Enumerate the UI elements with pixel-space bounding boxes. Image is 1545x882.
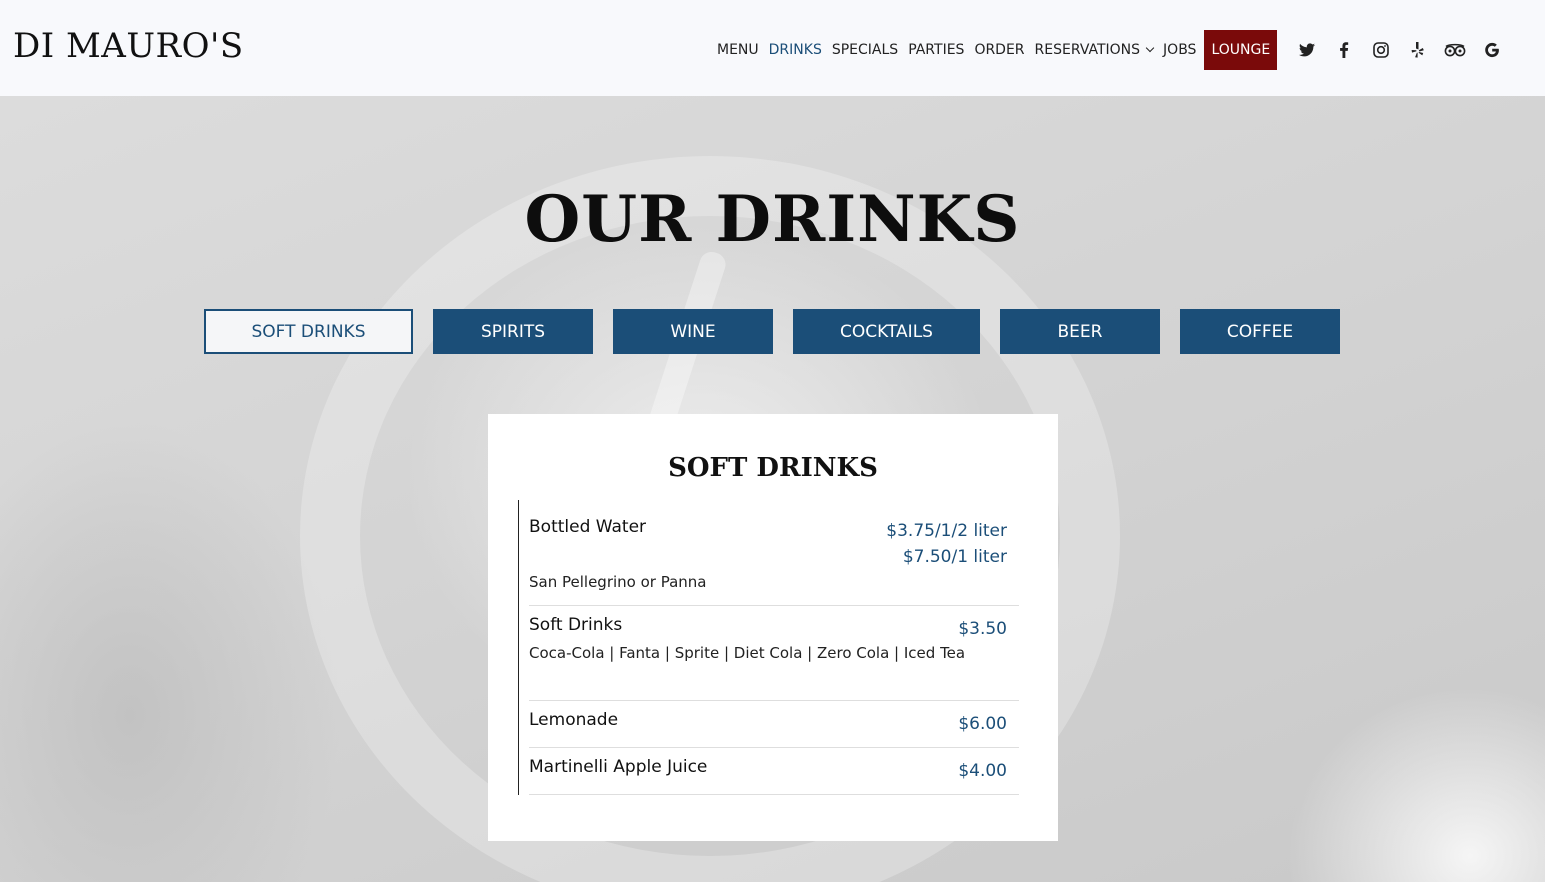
item-price: $3.50: [958, 619, 1007, 639]
nav-item-reservations-label: RESERVATIONS: [1034, 42, 1141, 58]
item-price: $3.75/1/2 liter $7.50/1 liter: [886, 518, 1007, 570]
yelp-icon[interactable]: [1399, 30, 1436, 70]
tab-wine[interactable]: WINE: [613, 309, 773, 354]
drink-category-tabs: SOFT DRINKS SPIRITS WINE COCKTAILS BEER …: [204, 309, 1340, 354]
instagram-icon[interactable]: [1362, 30, 1399, 70]
item-price-line: $3.75/1/2 liter: [886, 521, 1007, 541]
tab-soft-drinks[interactable]: SOFT DRINKS: [204, 309, 413, 354]
list-item: Soft Drinks $3.50 Coca-Cola | Fanta | Sp…: [529, 606, 1019, 701]
item-name: Soft Drinks: [529, 615, 623, 635]
nav-item-order[interactable]: ORDER: [969, 30, 1029, 70]
nav-item-drinks[interactable]: DRINKS: [764, 30, 827, 70]
item-name: Bottled Water: [529, 517, 647, 537]
drinks-list: Bottled Water $3.75/1/2 liter $7.50/1 li…: [518, 500, 1019, 795]
page-title: OUR DRINKS: [524, 182, 1021, 257]
facebook-icon[interactable]: [1325, 30, 1362, 70]
tab-spirits[interactable]: SPIRITS: [433, 309, 593, 354]
item-description: San Pellegrino or Panna: [529, 573, 707, 591]
nav-item-reservations[interactable]: RESERVATIONS: [1030, 30, 1159, 70]
main-nav: MENU DRINKS SPECIALS PARTIES ORDER RESER…: [712, 30, 1510, 70]
tab-beer[interactable]: BEER: [1000, 309, 1160, 354]
nav-item-jobs[interactable]: JOBS: [1158, 30, 1201, 70]
list-item: Bottled Water $3.75/1/2 liter $7.50/1 li…: [529, 500, 1019, 606]
tripadvisor-icon[interactable]: [1436, 30, 1473, 70]
nav-item-specials[interactable]: SPECIALS: [827, 30, 903, 70]
site-logo[interactable]: DI MAURO'S: [13, 26, 244, 66]
nav-item-menu[interactable]: MENU: [712, 30, 764, 70]
list-item: Martinelli Apple Juice $4.00: [529, 748, 1019, 795]
social-links: [1288, 30, 1510, 70]
item-price: $6.00: [958, 714, 1007, 734]
card-title: SOFT DRINKS: [668, 453, 878, 483]
nav-item-parties[interactable]: PARTIES: [903, 30, 969, 70]
chevron-down-icon: [1145, 43, 1155, 53]
nav-item-lounge[interactable]: LOUNGE: [1204, 30, 1278, 70]
list-item: Lemonade $6.00: [529, 701, 1019, 748]
item-name: Lemonade: [529, 710, 619, 730]
twitter-icon[interactable]: [1288, 30, 1325, 70]
item-price: $4.00: [958, 761, 1007, 781]
google-icon[interactable]: [1473, 30, 1510, 70]
item-name: Martinelli Apple Juice: [529, 757, 708, 777]
drinks-card: SOFT DRINKS Bottled Water $3.75/1/2 lite…: [488, 414, 1058, 841]
site-header: DI MAURO'S MENU DRINKS SPECIALS PARTIES …: [0, 0, 1545, 96]
item-description: Coca-Cola | Fanta | Sprite | Diet Cola |…: [529, 644, 966, 662]
item-price-line: $7.50/1 liter: [902, 547, 1007, 567]
tab-coffee[interactable]: COFFEE: [1180, 309, 1340, 354]
tab-cocktails[interactable]: COCKTAILS: [793, 309, 980, 354]
